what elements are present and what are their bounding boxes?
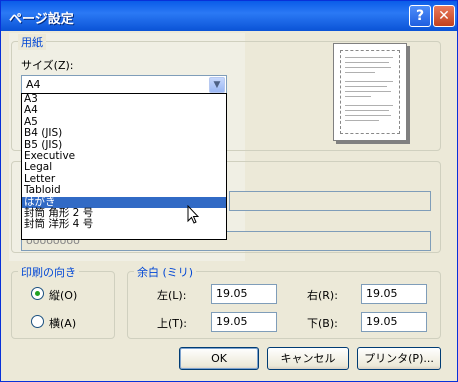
top-margin-value: 19.05 [216, 315, 248, 328]
page-preview [333, 43, 407, 141]
size-label: サイズ(Z): [21, 59, 74, 72]
ok-button[interactable]: OK [179, 347, 259, 370]
left-margin-value: 19.05 [216, 287, 248, 300]
top-margin-label: 上(T): [157, 317, 188, 330]
right-margin-label: 右(R): [307, 289, 338, 302]
chevron-down-icon[interactable]: ▼ [209, 77, 225, 93]
preview-text-line [345, 110, 389, 111]
mouse-pointer-icon [187, 205, 199, 224]
dialog-body: 用紙 サイズ(Z): A4 ▼ oooooooo A3 A4 A5 B4 (JI… [1, 31, 457, 381]
margins-group-title: 余白 (ミリ) [134, 264, 197, 280]
preview-text-line [345, 67, 391, 68]
close-icon[interactable]: ✕ [433, 5, 455, 27]
preview-text-line [345, 96, 371, 97]
paper-group-title: 用紙 [18, 34, 46, 50]
preview-margin-outline [340, 50, 400, 134]
paper-size-value: A4 [26, 78, 41, 91]
size-option[interactable]: A3 [22, 94, 226, 105]
preview-text-line [345, 62, 389, 63]
preview-text-line [345, 120, 379, 121]
source-field [229, 191, 431, 211]
preview-text-line [345, 81, 393, 82]
title-bar[interactable]: ページ設定 ? ✕ [1, 1, 457, 31]
size-option[interactable]: B4 (JIS) [22, 127, 226, 139]
preview-text-line [345, 57, 393, 58]
landscape-radio[interactable] [31, 315, 44, 328]
printer-button[interactable]: プリンタ(P)... [357, 347, 441, 370]
orientation-group-title: 印刷の向き [18, 264, 79, 280]
top-margin-field[interactable]: 19.05 [211, 312, 277, 332]
left-margin-label: 左(L): [157, 289, 187, 302]
portrait-label[interactable]: 縦(O) [49, 287, 77, 303]
cancel-button[interactable]: キャンセル [267, 347, 349, 370]
help-icon[interactable]: ? [409, 5, 431, 27]
size-option[interactable]: A4 [22, 104, 226, 116]
paper-size-combo[interactable]: A4 ▼ [21, 75, 227, 95]
size-option[interactable]: Executive [22, 150, 226, 162]
preview-text-line [345, 72, 375, 73]
bottom-margin-value: 19.05 [366, 315, 398, 328]
window-title: ページ設定 [9, 12, 74, 27]
bottom-margin-label: 下(B): [307, 317, 338, 330]
portrait-radio[interactable] [31, 287, 44, 300]
preview-text-line [345, 91, 391, 92]
right-margin-value: 19.05 [366, 287, 398, 300]
left-margin-field[interactable]: 19.05 [211, 284, 277, 304]
preview-text-line [345, 115, 391, 116]
preview-text-line [345, 105, 393, 106]
bottom-margin-field[interactable]: 19.05 [361, 312, 427, 332]
preview-text-line [345, 86, 387, 87]
page-setup-dialog: ページ設定 ? ✕ 用紙 サイズ(Z): A4 ▼ oooooooo A3 A4… [0, 0, 458, 382]
size-option[interactable]: Tabloid [22, 184, 226, 196]
landscape-label[interactable]: 横(A) [49, 315, 76, 331]
right-margin-field[interactable]: 19.05 [361, 284, 427, 304]
